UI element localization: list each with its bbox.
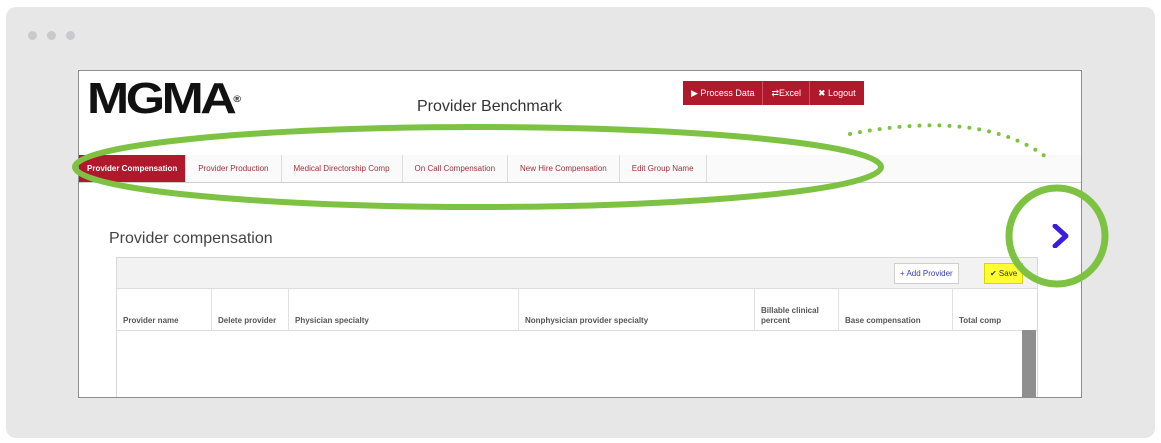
provider-grid: + Add Provider ✔ Save Provider name Dele… — [116, 257, 1038, 397]
tab-provider-compensation[interactable]: Provider Compensation — [79, 155, 187, 182]
column-header-provider-name[interactable]: Provider name — [117, 289, 212, 330]
tab-edit-group-name[interactable]: Edit Group Name — [620, 155, 707, 182]
tab-new-hire-compensation[interactable]: New Hire Compensation — [508, 155, 620, 182]
column-header-delete-provider[interactable]: Delete provider — [212, 289, 289, 330]
add-provider-button[interactable]: + Add Provider — [894, 263, 959, 284]
column-header-physician-specialty[interactable]: Physician specialty — [289, 289, 519, 330]
grid-toolbar: + Add Provider ✔ Save — [117, 258, 1037, 289]
section-title: Provider compensation — [109, 230, 273, 247]
logo-text: MGMA — [87, 74, 237, 123]
process-data-button[interactable]: ▶ Process Data — [683, 81, 764, 105]
logout-button[interactable]: ✖ Logout — [810, 81, 864, 105]
logo-registered-mark: ® — [233, 94, 242, 104]
window-dot-icon — [66, 31, 75, 40]
tab-medical-directorship-comp[interactable]: Medical Directorship Comp — [282, 155, 403, 182]
page-title: Provider Benchmark — [417, 98, 562, 115]
column-header-total-comp[interactable]: Total comp — [953, 289, 1037, 330]
excel-button[interactable]: ⇄Excel — [763, 81, 811, 105]
action-toolbar: ▶ Process Data ⇄Excel ✖ Logout — [683, 81, 864, 105]
tab-bar: Provider Compensation Provider Productio… — [79, 155, 1081, 183]
window-controls — [28, 31, 75, 40]
app-screen: MGMA® Provider Benchmark ▶ Process Data … — [78, 70, 1082, 398]
save-button[interactable]: ✔ Save — [984, 263, 1024, 284]
column-header-billable-clinical-percent[interactable]: Billable clinical percent — [755, 289, 839, 330]
tab-provider-production[interactable]: Provider Production — [186, 155, 282, 182]
column-header-nonphysician-specialty[interactable]: Nonphysician provider specialty — [519, 289, 755, 330]
window-dot-icon — [47, 31, 56, 40]
grid-header-row: Provider name Delete provider Physician … — [117, 289, 1037, 331]
column-header-base-compensation[interactable]: Base compensation — [839, 289, 953, 330]
window-dot-icon — [28, 31, 37, 40]
mgma-logo: MGMA® — [87, 77, 241, 121]
grid-scrollbar[interactable] — [1022, 330, 1036, 397]
tab-on-call-compensation[interactable]: On Call Compensation — [403, 155, 509, 182]
chevron-right-icon[interactable] — [1051, 224, 1071, 248]
